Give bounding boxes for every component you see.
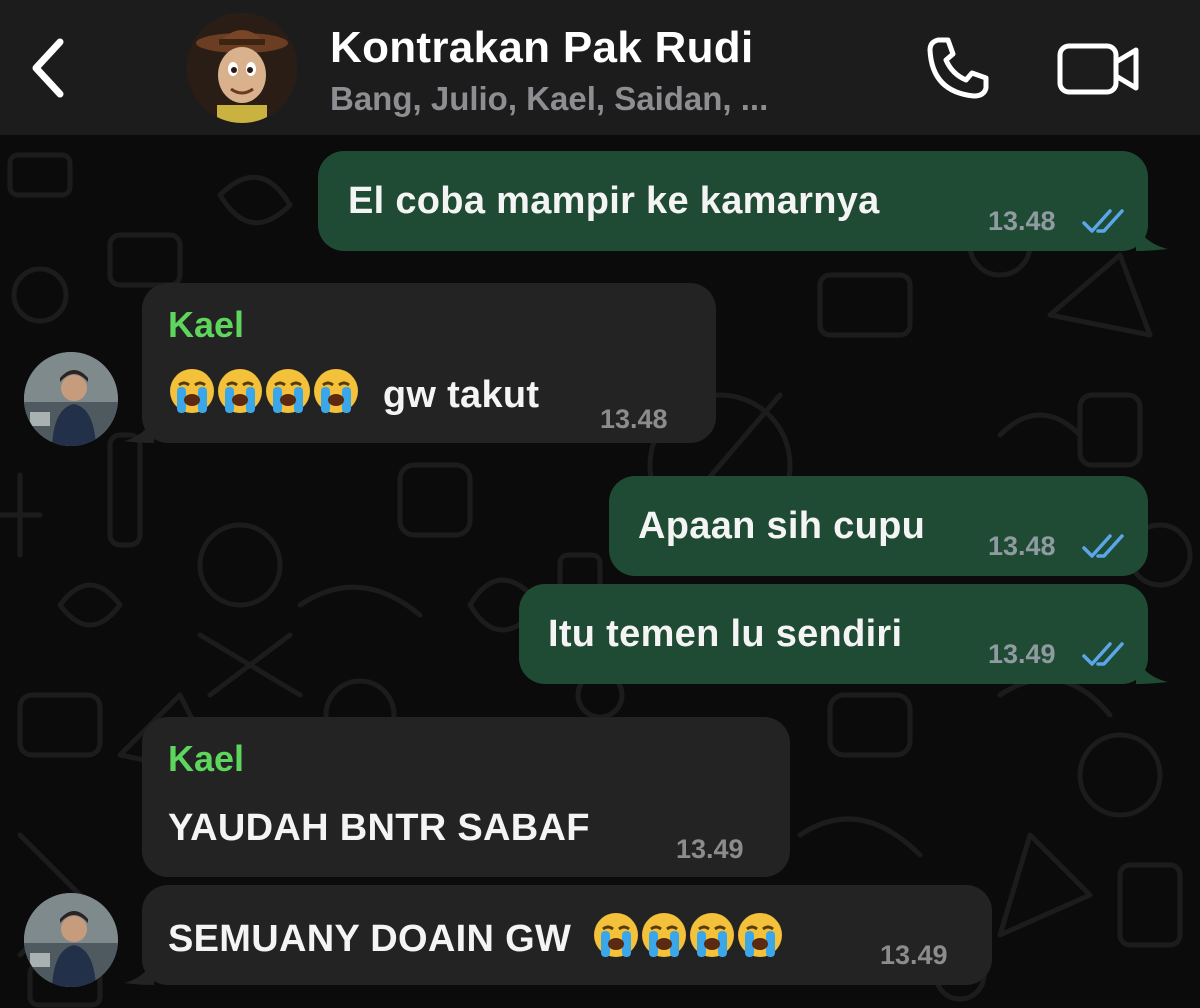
group-avatar[interactable] (187, 13, 297, 123)
chat-participants: Bang, Julio, Kael, Saidan, ... (330, 80, 769, 117)
video-call-button[interactable] (1056, 40, 1142, 98)
message-bubble-incoming[interactable]: Kael YAUDAH BNTR SABAF 13.49 (142, 717, 790, 877)
message-content: SEMUANY DOAIN GW (168, 911, 784, 962)
sender-avatar[interactable] (24, 893, 118, 987)
crying-emoji-group (592, 913, 784, 960)
sender-name: Kael (168, 304, 245, 345)
video-camera-icon (1057, 43, 1139, 95)
read-receipt-icon (1082, 534, 1124, 558)
woody-avatar-image (187, 13, 297, 123)
message-time: 13.48 (600, 404, 668, 434)
message-bubble-incoming[interactable]: SEMUANY DOAIN GW 13.49 (142, 885, 992, 985)
chat-title: Kontrakan Pak Rudi (330, 23, 754, 72)
message-bubble-outgoing[interactable]: El coba mampir ke kamarnya 13.48 (318, 151, 1148, 251)
message-time: 13.49 (676, 834, 744, 864)
message-text: El coba mampir ke kamarnya (348, 180, 880, 222)
bubble-tail (1136, 221, 1168, 251)
chat-title-block[interactable]: Kontrakan Pak Rudi Bang, Julio, Kael, Sa… (330, 20, 900, 122)
message-time: 13.48 (988, 206, 1056, 236)
sender-avatar[interactable] (24, 352, 118, 446)
message-bubble-outgoing[interactable]: Itu temen lu sendiri 13.49 (519, 584, 1148, 684)
loudly-crying-face-icon (170, 369, 214, 413)
bubble-tail (1136, 654, 1168, 684)
message-time: 13.49 (880, 940, 948, 970)
message-text: Itu temen lu sendiri (548, 613, 903, 655)
chat-messages-area[interactable]: El coba mampir ke kamarnya 13.48 Kael gw… (0, 135, 1200, 1008)
sender-name: Kael (168, 738, 245, 779)
bubble-tail (124, 955, 154, 985)
read-receipt-icon (1082, 642, 1124, 666)
message-text: gw takut (382, 374, 540, 416)
message-text: SEMUANY DOAIN GW (168, 918, 572, 960)
kael-avatar-image (24, 893, 118, 987)
read-receipt-icon (1082, 209, 1124, 233)
phone-icon (927, 37, 989, 99)
back-button[interactable] (26, 36, 76, 100)
crying-emoji-group (168, 369, 371, 416)
loudly-crying-face-icon (641, 913, 686, 957)
message-bubble-incoming[interactable]: Kael gw takut 13.48 (142, 283, 716, 443)
kael-avatar-image (24, 352, 118, 446)
chevron-left-icon (32, 38, 64, 98)
loudly-crying-face-icon (314, 369, 358, 413)
message-text: YAUDAH BNTR SABAF (168, 807, 590, 849)
loudly-crying-face-icon (218, 369, 262, 413)
message-content: gw takut (168, 367, 539, 418)
loudly-crying-face-icon (737, 913, 782, 957)
message-text: Apaan sih cupu (638, 505, 926, 547)
bubble-tail (124, 413, 154, 443)
voice-call-button[interactable] (922, 34, 994, 102)
message-time: 13.49 (988, 639, 1056, 669)
loudly-crying-face-icon (689, 913, 734, 957)
chat-header: Kontrakan Pak Rudi Bang, Julio, Kael, Sa… (0, 0, 1200, 135)
message-time: 13.48 (988, 531, 1056, 561)
loudly-crying-face-icon (593, 913, 638, 957)
loudly-crying-face-icon (266, 369, 310, 413)
message-bubble-outgoing[interactable]: Apaan sih cupu 13.48 (609, 476, 1148, 576)
